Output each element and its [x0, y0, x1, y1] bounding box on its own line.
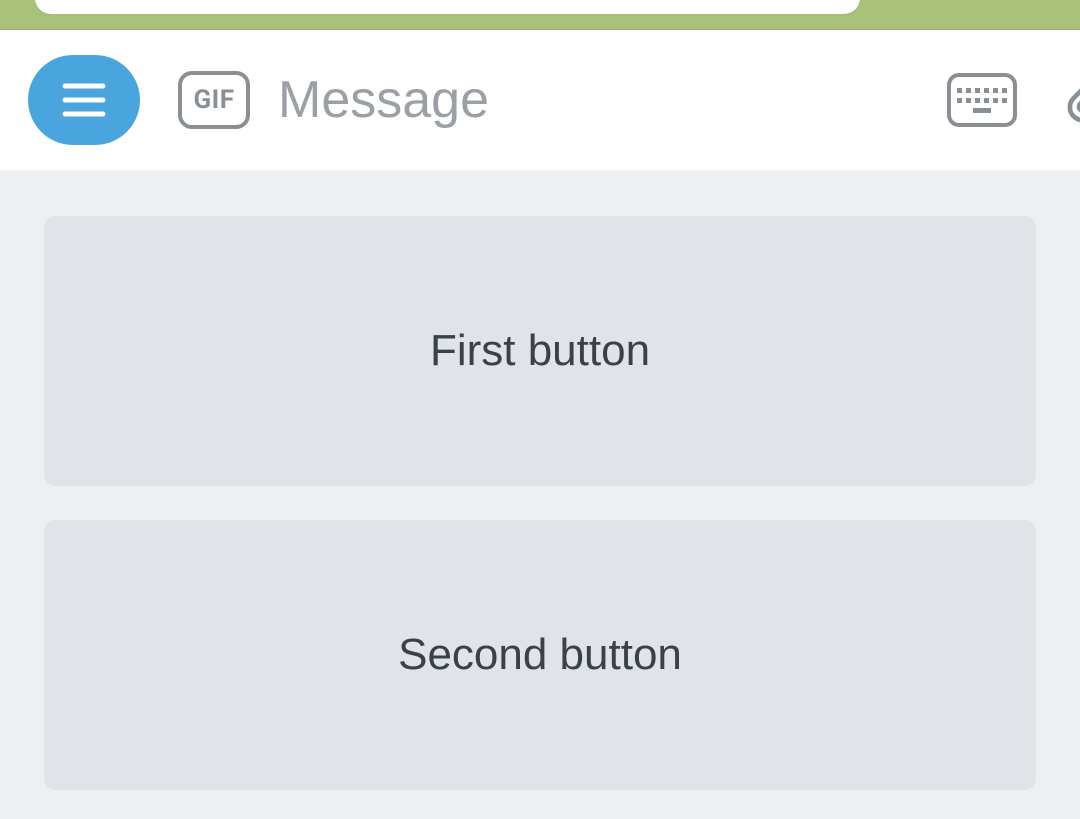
menu-icon	[62, 82, 106, 118]
message-input[interactable]	[278, 70, 947, 130]
reply-keyboard-button-label: Second button	[398, 630, 682, 680]
reply-keyboard-button-label: First button	[430, 326, 650, 376]
message-input-bar: GIF	[0, 30, 1080, 170]
reply-keyboard-button[interactable]: Second button	[44, 520, 1036, 790]
menu-button[interactable]	[28, 55, 140, 145]
chat-background	[0, 0, 1080, 30]
reply-keyboard-button[interactable]: First button	[44, 216, 1036, 486]
gif-button[interactable]: GIF	[178, 71, 250, 129]
reply-keyboard-panel: First button Second button	[0, 170, 1080, 819]
keyboard-toggle-button[interactable]	[947, 73, 1017, 127]
paperclip-icon	[1065, 69, 1080, 131]
gif-label: GIF	[193, 85, 234, 115]
keyboard-icon	[947, 73, 1017, 127]
attach-button[interactable]	[1065, 69, 1080, 131]
